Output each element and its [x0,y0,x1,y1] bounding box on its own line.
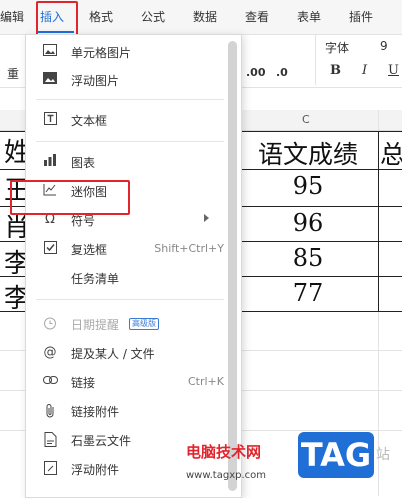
menu-item-date-reminder: 日期提醒 高级版 [26,311,226,337]
image-icon [42,72,58,88]
at-icon: @ [43,345,57,360]
menu-item-textbox[interactable]: 文本框 [26,107,226,133]
menu-separator [36,99,224,100]
cell-c-row1[interactable]: 95 [238,172,378,200]
menu-item-label: 石墨云文件 [71,434,132,448]
menu-item-link-attachment[interactable]: 链接附件 [26,398,226,424]
menu-item-label: 图表 [71,156,96,170]
textbox-icon [42,112,58,128]
font-size-select[interactable]: 9 [380,39,388,53]
menu-item-label: 浮动附件 [71,463,120,477]
watermark-logo: TAG [298,432,374,478]
table-border [378,131,379,312]
menu-data[interactable]: 数据 [193,0,217,34]
menu-separator [36,141,224,142]
menu-item-link[interactable]: 链接 Ctrl+K [26,369,226,395]
chart-icon [42,154,58,170]
cloud-file-icon [42,432,58,448]
toolbar-divider [315,35,316,85]
cell-c-row2[interactable]: 96 [238,209,378,237]
paperclip-icon [42,403,58,419]
toolbar-left-label: 重 [7,67,20,81]
alarm-icon [42,316,58,332]
menu-item-shortcut: Ctrl+K [187,375,224,388]
cell-c-header[interactable]: 语文成绩 [238,135,378,171]
menu-plugins[interactable]: 插件 [349,0,373,34]
italic-button[interactable]: I [362,63,367,78]
watermark-suffix: 站 [376,447,390,463]
menu-item-label: 链接附件 [71,405,120,419]
insert-dropdown-menu: 单元格图片 浮动图片 文本框 图表 迷你图 Ω 符号 复选框 Shift+Ctr… [25,34,242,498]
cell-d-header[interactable]: 总 [380,135,402,171]
menu-item-floating-image[interactable]: 浮动图片 [26,67,226,93]
menu-form[interactable]: 表单 [297,0,321,34]
watermark-url: www.tagxp.com [186,470,266,481]
menu-item-shortcut: Shift+Ctrl+Y [154,242,224,255]
menu-item-label: 链接 [71,376,96,390]
increase-decimal-button[interactable]: .00 [246,66,266,79]
cell-image-icon [42,44,58,60]
menu-item-mention[interactable]: @ 提及某人 / 文件 [26,340,226,366]
menu-item-checkbox[interactable]: 复选框 Shift+Ctrl+Y [26,236,226,262]
menu-item-task-list[interactable]: 任务清单 [26,265,226,291]
watermark-site-name: 电脑技术网 [186,443,262,461]
menu-item-label: 单元格图片 [71,46,132,60]
menu-scrollbar[interactable] [228,41,237,491]
menu-format[interactable]: 格式 [89,0,113,34]
premium-badge: 高级版 [129,318,159,330]
highlight-sparkline-item [10,180,130,215]
menu-formula[interactable]: 公式 [141,0,165,34]
cell-c-row4[interactable]: 77 [238,279,378,307]
underline-button[interactable]: U [388,63,399,78]
checkbox-icon [42,241,58,257]
cell-c-row3[interactable]: 85 [238,244,378,272]
column-header-c[interactable]: C [302,113,310,126]
decrease-decimal-button[interactable]: .0 [276,66,288,79]
menu-item-label: 浮动图片 [71,74,120,88]
menu-item-label: 复选框 [71,243,108,257]
menu-item-cell-image[interactable]: 单元格图片 [26,39,226,65]
font-family-select[interactable]: 字体 [325,39,349,56]
menu-item-label: 提及某人 / 文件 [71,347,155,361]
link-icon [42,374,58,390]
menu-edit[interactable]: 编辑 [0,0,24,34]
bold-button[interactable]: B [330,63,341,78]
menu-view[interactable]: 查看 [245,0,269,34]
submenu-arrow-icon [204,214,209,222]
attachment-icon [42,461,58,477]
menu-item-label: 日期提醒 [71,318,120,332]
menu-item-chart[interactable]: 图表 [26,149,226,175]
menu-separator [36,299,224,300]
menu-item-label: 文本框 [71,114,108,128]
menu-item-label: 任务清单 [71,272,120,286]
